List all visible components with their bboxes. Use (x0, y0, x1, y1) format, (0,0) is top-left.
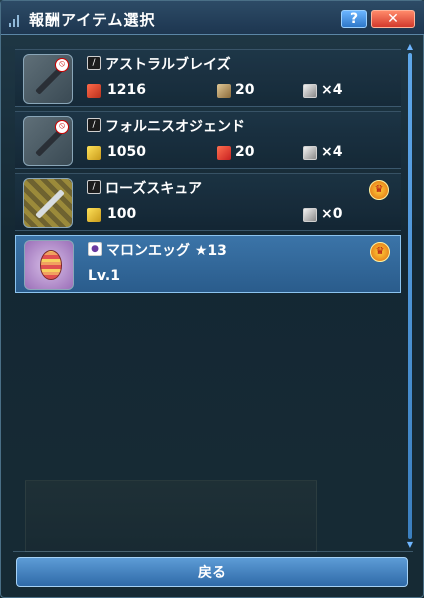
divider (13, 551, 413, 552)
list-item[interactable]: ⦸ / フォルニスオジェンド 1050 20 ×4 (15, 111, 401, 169)
egg-icon (40, 250, 62, 280)
stat-value: 100 (107, 206, 137, 222)
scroll-down-icon[interactable]: ▼ (405, 541, 415, 549)
slot-icon (303, 84, 317, 98)
restricted-icon: ⦸ (55, 58, 69, 72)
slot-icon (303, 208, 317, 222)
attack-icon (87, 84, 101, 98)
fire-icon (217, 146, 231, 160)
restricted-icon: ⦸ (55, 120, 69, 134)
back-button[interactable]: 戻る (16, 557, 408, 587)
scroll-thumb[interactable] (408, 53, 412, 539)
reward-item-select-window: 報酬アイテム選択 ? ✕ ⦸ / アストラルブレイズ 1216 20 ×4 ⦸ (0, 0, 424, 598)
sword-icon: / (87, 56, 101, 70)
scrollbar[interactable]: ▲ ▼ (405, 43, 415, 549)
help-button[interactable]: ? (341, 10, 367, 28)
list-item-selected[interactable]: ● マロンエッグ ★13 ♛ Lv.1 (15, 235, 401, 293)
item-list: ⦸ / アストラルブレイズ 1216 20 ×4 ⦸ / フォルニスオジェンド … (11, 45, 401, 553)
crown-icon: ♛ (369, 180, 389, 200)
close-button[interactable]: ✕ (371, 10, 415, 28)
scroll-up-icon[interactable]: ▲ (405, 43, 415, 51)
item-thumbnail (24, 240, 74, 290)
item-name: マロンエッグ ★13 (106, 243, 227, 259)
stat-value: ×4 (321, 82, 343, 98)
stat-value: 20 (235, 82, 255, 98)
item-level: Lv.1 (88, 268, 120, 284)
egg-icon: ● (88, 242, 102, 256)
blade-icon: / (87, 118, 101, 132)
window-title: 報酬アイテム選択 (29, 11, 156, 29)
crown-icon: ♛ (370, 242, 390, 262)
item-thumbnail: ⦸ (23, 116, 73, 166)
key-icon (87, 146, 101, 160)
stat-value: 20 (235, 144, 255, 160)
sword-icon: / (87, 180, 101, 194)
item-thumbnail: ⦸ (23, 54, 73, 104)
list-item[interactable]: ⦸ / アストラルブレイズ 1216 20 ×4 (15, 49, 401, 107)
blade-icon (35, 189, 65, 219)
signal-icon (9, 13, 21, 27)
stat-value: 1216 (107, 82, 146, 98)
item-name: フォルニスオジェンド (105, 119, 245, 135)
element-icon (217, 84, 231, 98)
stat-value: ×0 (321, 206, 343, 222)
slot-icon (303, 146, 317, 160)
key-icon (87, 208, 101, 222)
item-name: ローズスキュア (105, 181, 203, 197)
list-item[interactable]: / ローズスキュア ♛ 100 ×0 (15, 173, 401, 231)
item-thumbnail (23, 178, 73, 228)
item-name: アストラルブレイズ (105, 57, 231, 73)
stat-value: ×4 (321, 144, 343, 160)
stat-value: 1050 (107, 144, 146, 160)
title-bar: 報酬アイテム選択 ? ✕ (1, 1, 424, 35)
